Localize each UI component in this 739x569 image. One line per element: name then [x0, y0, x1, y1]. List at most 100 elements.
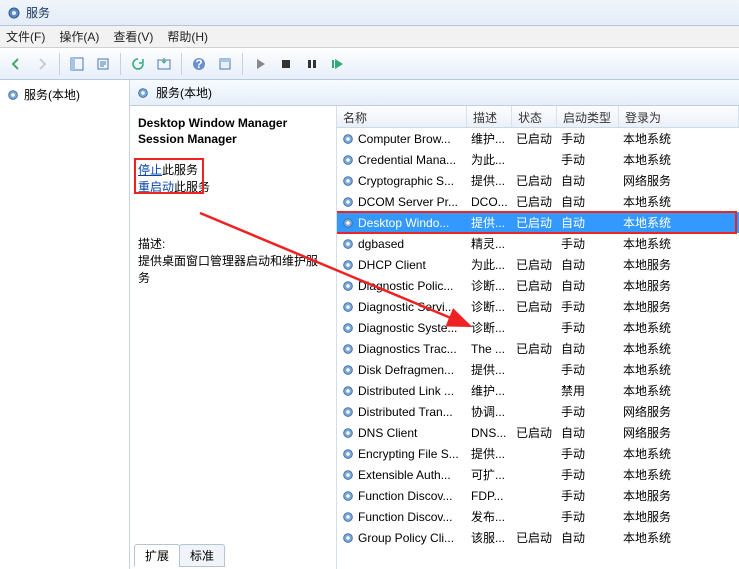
service-row[interactable]: Cryptographic S...提供...已启动自动网络服务	[337, 170, 739, 191]
restart-service-button[interactable]	[326, 52, 350, 76]
svc-logon: 本地服务	[619, 256, 739, 273]
toolbar: ?	[0, 48, 739, 80]
service-row[interactable]: Distributed Link ...维护...禁用本地系统	[337, 380, 739, 401]
start-service-button[interactable]	[248, 52, 272, 76]
export-list-button[interactable]	[152, 52, 176, 76]
svc-desc: 为此...	[467, 151, 512, 168]
service-row[interactable]: Credential Mana...为此...手动本地系统	[337, 149, 739, 170]
refresh-button[interactable]	[126, 52, 150, 76]
svc-desc: 维护...	[467, 382, 512, 399]
tree-panel: 服务(本地)	[0, 80, 130, 569]
service-row[interactable]: Diagnostic Servi...诊断...已启动手动本地服务	[337, 296, 739, 317]
svc-logon: 本地系统	[619, 130, 739, 147]
svc-logon: 本地系统	[619, 340, 739, 357]
stop-link[interactable]: 停止	[138, 163, 162, 177]
service-row[interactable]: DHCP Client为此...已启动自动本地服务	[337, 254, 739, 275]
gear-icon	[341, 132, 355, 146]
svc-logon: 本地系统	[619, 235, 739, 252]
service-row[interactable]: Extensible Auth...可扩...手动本地系统	[337, 464, 739, 485]
service-row[interactable]: Function Discov...FDP...手动本地服务	[337, 485, 739, 506]
service-row[interactable]: Encrypting File S...提供...手动本地系统	[337, 443, 739, 464]
svc-status: 已启动	[512, 130, 557, 147]
svc-name: Computer Brow...	[358, 132, 451, 146]
column-headers: 名称 描述 状态 启动类型 登录为	[337, 106, 739, 128]
svc-logon: 网络服务	[619, 424, 739, 441]
col-desc[interactable]: 描述	[467, 106, 512, 127]
help-button[interactable]: ?	[187, 52, 211, 76]
svc-desc: The ...	[467, 342, 512, 356]
service-row[interactable]: DCOM Server Pr...DCO...已启动自动本地系统	[337, 191, 739, 212]
svc-status: 已启动	[512, 298, 557, 315]
svc-desc: 该服...	[467, 529, 512, 546]
forward-button[interactable]	[30, 52, 54, 76]
service-list: 名称 描述 状态 启动类型 登录为 Computer Brow...维护...已…	[336, 106, 739, 569]
col-status[interactable]: 状态	[512, 106, 557, 127]
service-row[interactable]: Diagnostic Polic...诊断...已启动自动本地服务	[337, 275, 739, 296]
gear-icon	[136, 86, 150, 100]
svc-status: 已启动	[512, 340, 557, 357]
svc-logon: 网络服务	[619, 403, 739, 420]
tree-root-item[interactable]: 服务(本地)	[4, 84, 125, 105]
svc-desc: 维护...	[467, 130, 512, 147]
menu-action[interactable]: 操作(A)	[59, 28, 99, 45]
menu-file[interactable]: 文件(F)	[6, 28, 45, 45]
back-button[interactable]	[4, 52, 28, 76]
service-row[interactable]: dgbased精灵...手动本地系统	[337, 233, 739, 254]
service-row[interactable]: Diagnostics Trac...The ...已启动自动本地系统	[337, 338, 739, 359]
svc-desc: 诊断...	[467, 277, 512, 294]
header-label: 服务(本地)	[156, 84, 212, 101]
tab-standard[interactable]: 标准	[179, 544, 225, 567]
pause-service-button[interactable]	[300, 52, 324, 76]
col-logon[interactable]: 登录为	[619, 106, 739, 127]
gear-icon	[341, 174, 355, 188]
gear-icon	[341, 426, 355, 440]
svc-name: Diagnostics Trac...	[358, 342, 457, 356]
svc-startup: 自动	[557, 193, 619, 210]
gear-icon	[341, 363, 355, 377]
menu-help[interactable]: 帮助(H)	[167, 28, 208, 45]
gear-icon	[341, 321, 355, 335]
export-button[interactable]	[91, 52, 115, 76]
stop-service-button[interactable]	[274, 52, 298, 76]
gear-icon	[341, 384, 355, 398]
action-links: 停止此服务 重启动此服务	[138, 161, 328, 195]
svc-logon: 本地系统	[619, 214, 739, 231]
menu-view[interactable]: 查看(V)	[113, 28, 153, 45]
service-row[interactable]: Distributed Tran...协调...手动网络服务	[337, 401, 739, 422]
svc-name: Cryptographic S...	[358, 174, 454, 188]
svc-startup: 手动	[557, 151, 619, 168]
col-startup[interactable]: 启动类型	[557, 106, 619, 127]
show-hide-tree-button[interactable]	[65, 52, 89, 76]
svc-status: 已启动	[512, 277, 557, 294]
service-row[interactable]: Computer Brow...维护...已启动手动本地系统	[337, 128, 739, 149]
restart-link[interactable]: 重启动	[138, 180, 174, 194]
col-name[interactable]: 名称	[337, 106, 467, 127]
svg-text:?: ?	[195, 57, 202, 71]
menu-bar: 文件(F) 操作(A) 查看(V) 帮助(H)	[0, 26, 739, 48]
service-row[interactable]: Group Policy Cli...该服...已启动自动本地系统	[337, 527, 739, 548]
gear-icon	[341, 279, 355, 293]
service-row[interactable]: Function Discov...发布...手动本地服务	[337, 506, 739, 527]
gear-icon	[341, 237, 355, 251]
svc-desc: 协调...	[467, 403, 512, 420]
svc-desc: 为此...	[467, 256, 512, 273]
window-title: 服务	[26, 4, 50, 21]
svc-logon: 本地服务	[619, 298, 739, 315]
service-row[interactable]: Diagnostic Syste...诊断...手动本地系统	[337, 317, 739, 338]
gear-icon	[341, 447, 355, 461]
svc-logon: 本地系统	[619, 319, 739, 336]
content-area: Desktop Window Manager Session Manager 停…	[130, 106, 739, 569]
detail-pane: Desktop Window Manager Session Manager 停…	[130, 106, 336, 569]
svc-logon: 本地服务	[619, 277, 739, 294]
service-row[interactable]: DNS ClientDNS...已启动自动网络服务	[337, 422, 739, 443]
tab-extended[interactable]: 扩展	[134, 544, 180, 567]
svc-startup: 手动	[557, 487, 619, 504]
svc-startup: 禁用	[557, 382, 619, 399]
svc-desc: 提供...	[467, 214, 512, 231]
service-row[interactable]: Disk Defragmen...提供...手动本地系统	[337, 359, 739, 380]
service-row[interactable]: Desktop Windo...提供...已启动自动本地系统	[337, 212, 739, 233]
svc-startup: 手动	[557, 445, 619, 462]
svc-logon: 本地系统	[619, 151, 739, 168]
properties-button[interactable]	[213, 52, 237, 76]
gear-icon	[341, 195, 355, 209]
